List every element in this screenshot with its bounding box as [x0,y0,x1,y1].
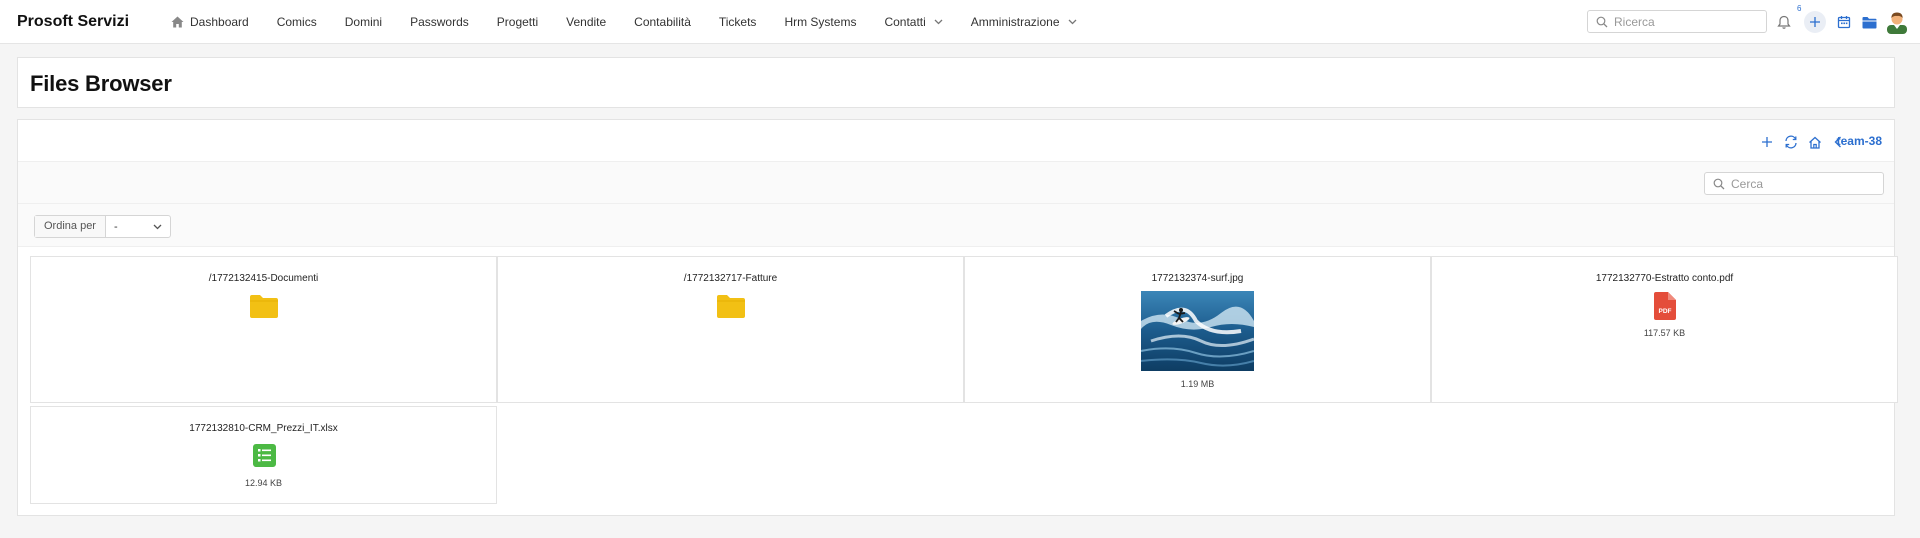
quick-add-button[interactable] [1804,11,1826,33]
home-folder-button[interactable] [1806,133,1824,151]
nav-label: Domini [344,14,383,29]
file-name: 1772132374-surf.jpg [1151,273,1244,284]
file-size: 12.94 KB [244,478,283,488]
sort-value: - [113,220,118,233]
spreadsheet-file-icon [253,444,276,467]
nav-comics[interactable]: Comics [263,0,331,43]
file-card-image[interactable]: 1772132374-surf.jpg 1.19 MB [964,256,1431,403]
file-name: /1772132717-Fatture [683,273,778,284]
chevron-down-icon [1068,19,1076,24]
nav-tickets[interactable]: Tickets [705,0,771,43]
bell-icon [1777,15,1791,29]
nav-label: Contatti [884,14,926,29]
files-browser-panel: team-38 Ordina per - /1772132415-Documen… [17,119,1898,516]
new-item-button[interactable] [1758,133,1776,151]
nav-vendite[interactable]: Vendite [552,0,620,43]
chevron-down-icon [153,224,162,229]
browser-search-row [18,162,1894,204]
plus-icon [1762,137,1772,147]
notification-count-badge: 6 [1797,4,1802,13]
file-card-folder[interactable]: /1772132415-Documenti [30,256,497,403]
nav-hrm-systems[interactable]: Hrm Systems [770,0,870,43]
nav-label: Hrm Systems [784,14,857,29]
nav-label: Vendite [566,14,607,29]
file-name: /1772132415-Documenti [208,273,319,284]
sort-label: Ordina per [35,216,106,237]
global-search-input[interactable] [1614,14,1754,29]
notifications-button[interactable] [1773,11,1795,33]
home-icon [171,16,184,27]
search-icon [1713,178,1725,189]
file-size: 117.57 KB [1643,328,1686,338]
folder-icon [250,295,278,318]
main-nav: Dashboard Comics Domini Passwords Proget… [157,0,1091,43]
nav-label: Amministrazione [970,14,1060,29]
refresh-icon [1785,135,1797,149]
file-search[interactable] [1704,172,1884,195]
file-name: 1772132810-CRM_Prezzi_IT.xlsx [189,423,338,434]
folder-icon [717,295,745,318]
nav-label: Tickets [718,14,757,29]
user-avatar[interactable] [1884,9,1910,35]
file-card-spreadsheet[interactable]: 1772132810-CRM_Prezzi_IT.xlsx 12.94 KB [30,406,497,504]
nav-label: Contabilità [634,14,691,29]
file-card-folder[interactable]: /1772132717-Fatture [497,256,964,403]
refresh-button[interactable] [1782,133,1800,151]
home-icon [1809,136,1821,149]
page-title: Files Browser [30,71,172,96]
file-name: 1772132770-Estratto conto.pdf [1595,273,1734,284]
top-navbar: Prosoft Servizi Dashboard Comics Domini … [0,0,1920,44]
sort-bar: Ordina per - [18,204,1894,247]
global-search[interactable] [1587,10,1767,33]
nav-label: Comics [276,14,317,29]
sort-select[interactable]: - [106,216,170,237]
brand-logo[interactable]: Prosoft Servizi [17,13,147,31]
calendar-button[interactable] [1833,11,1855,33]
nav-contatti[interactable]: Contatti [870,0,956,43]
svg-text:PDF: PDF [1659,308,1672,315]
search-icon [1596,16,1608,27]
nav-label: Passwords [410,14,469,29]
page-header: Files Browser [17,57,1895,108]
sort-control: Ordina per - [34,215,171,238]
file-size: 1.19 MB [1180,379,1215,389]
nav-amministrazione[interactable]: Amministrazione [957,0,1091,43]
nav-dashboard[interactable]: Dashboard [157,0,263,43]
plus-icon [1810,17,1820,27]
image-thumbnail [1141,291,1254,371]
file-search-input[interactable] [1731,176,1871,191]
calendar-icon [1837,16,1851,29]
nav-passwords[interactable]: Passwords [396,0,483,43]
nav-label: Dashboard [190,14,249,29]
current-folder-breadcrumb[interactable]: team-38 [1837,134,1882,148]
pdf-file-icon: PDF [1654,292,1676,320]
file-card-pdf[interactable]: 1772132770-Estratto conto.pdf PDF 117.57… [1431,256,1898,403]
files-button[interactable] [1858,11,1880,33]
nav-progetti[interactable]: Progetti [483,0,552,43]
browser-toolbar: team-38 [18,120,1894,162]
nav-domini[interactable]: Domini [331,0,396,43]
folder-icon [1862,16,1876,28]
nav-label: Progetti [496,14,539,29]
chevron-down-icon [934,19,943,24]
nav-contabilita[interactable]: Contabilità [620,0,705,43]
avatar-icon [1887,12,1907,34]
